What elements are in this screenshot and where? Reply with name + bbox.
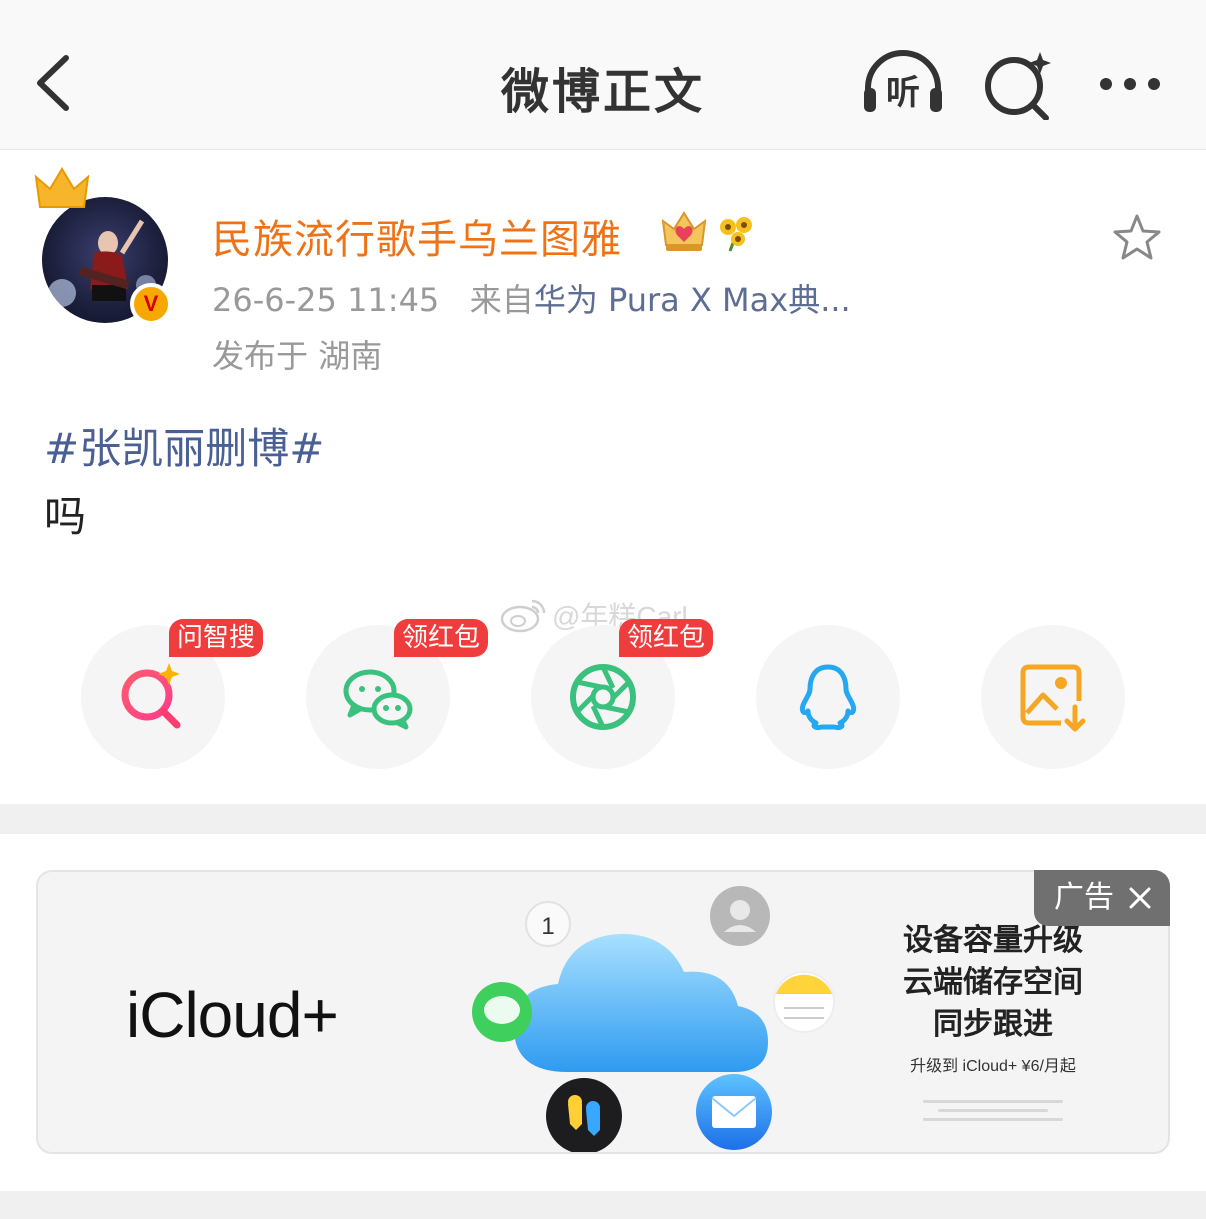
- verified-badge: V: [130, 283, 172, 325]
- more-options-icon[interactable]: [1092, 48, 1178, 120]
- post-text: 吗: [44, 492, 87, 541]
- ad-close-label[interactable]: 广告: [1034, 870, 1170, 926]
- ad-line-3: 同步跟进: [933, 1007, 1053, 1042]
- calendar-day: 1: [541, 913, 554, 940]
- post-timestamp: 26-6-25 11:45: [212, 281, 440, 319]
- post-card: V 民族流行歌手乌兰图雅 26-6-25 11:45 来自华为 Pura X M…: [0, 151, 1206, 803]
- share-wechat-button[interactable]: 领红包: [306, 619, 489, 769]
- user-avatar[interactable]: V: [34, 167, 172, 325]
- ad-price-line: 升级到 iCloud+ ¥6/月起: [910, 1058, 1076, 1075]
- aperture-icon: [570, 664, 636, 730]
- share-tag: 领红包: [619, 619, 714, 657]
- favorite-star-icon[interactable]: [1110, 211, 1164, 265]
- ad-fine-print: [918, 1094, 1068, 1134]
- ad-headline: 设备容量升级 云端储存空间 同步跟进: [868, 920, 1118, 1046]
- share-ask-search-button[interactable]: 问智搜: [81, 619, 264, 769]
- share-row: 问智搜 领红包 领红包: [0, 619, 1206, 775]
- ad-line-2: 云端储存空间: [903, 965, 1083, 1000]
- wechat-icon: [343, 669, 413, 730]
- share-tag: 领红包: [394, 619, 489, 657]
- share-moments-button[interactable]: 领红包: [531, 619, 714, 769]
- sunflower-badge-icon[interactable]: [716, 213, 756, 253]
- share-tag: 问智搜: [169, 619, 264, 657]
- crown-icon: [34, 167, 90, 208]
- post-meta: 26-6-25 11:45 来自华为 Pura X Max典...: [212, 275, 851, 321]
- location-prefix: 发布于: [212, 337, 309, 375]
- source-prefix: 来自: [469, 281, 534, 319]
- share-save-image-button[interactable]: [981, 625, 1125, 769]
- ad-line-1: 设备容量升级: [903, 923, 1083, 958]
- qq-penguin-icon: [799, 664, 857, 730]
- username[interactable]: 民族流行歌手乌兰图雅: [212, 207, 622, 265]
- cloud-apps-illustration: 1: [472, 886, 835, 1152]
- post-source-device[interactable]: 华为 Pura X Max典...: [534, 281, 851, 319]
- search-spark-icon: [121, 663, 181, 729]
- ai-search-icon[interactable]: [976, 48, 1062, 120]
- ad-brand: iCloud+: [126, 979, 339, 1051]
- post-location: 发布于 湖南: [212, 331, 382, 377]
- ad-section: iCloud+ 1 设备容量升级 云端储存空间 同步跟进 升级到 iCloud+…: [0, 834, 1206, 1191]
- share-qq-button[interactable]: [756, 625, 900, 769]
- listen-headphones-icon[interactable]: 听: [860, 48, 946, 120]
- image-download-icon: [1020, 664, 1086, 732]
- passwords-app-icon: [546, 1078, 622, 1152]
- section-divider-bottom: [0, 1191, 1206, 1219]
- crown-badge-icon[interactable]: [660, 209, 708, 255]
- ad-banner[interactable]: iCloud+ 1 设备容量升级 云端储存空间 同步跟进 升级到 iCloud+…: [36, 870, 1170, 1154]
- location-value: 湖南: [318, 337, 383, 375]
- hashtag-link[interactable]: #张凯丽删博#: [44, 415, 324, 476]
- listen-label: 听: [886, 73, 920, 113]
- close-icon[interactable]: [1126, 884, 1154, 912]
- section-divider: [0, 804, 1206, 834]
- ad-label-text: 广告: [1054, 880, 1114, 915]
- top-nav-bar: 微博正文 听: [0, 0, 1206, 150]
